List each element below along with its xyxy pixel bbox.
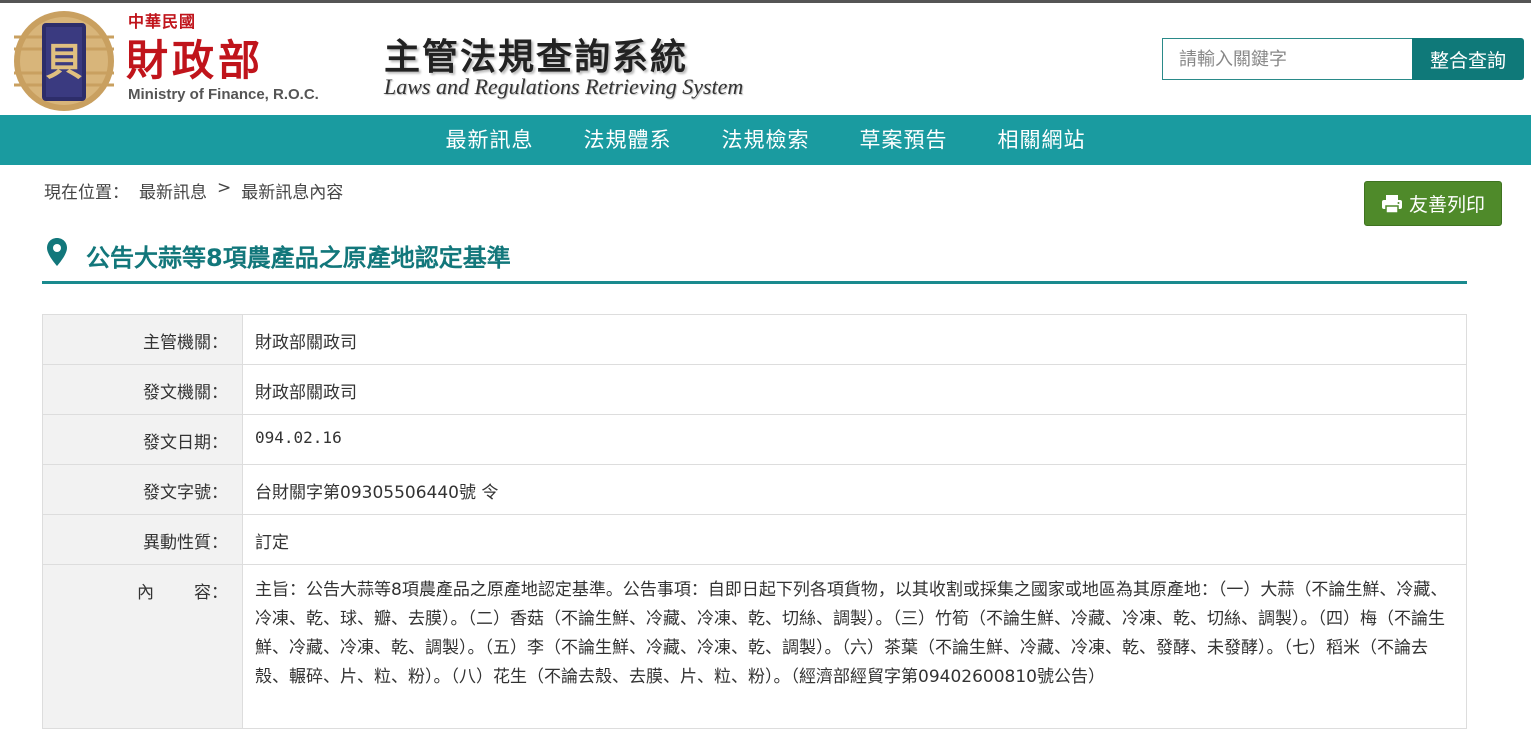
nav-item-draft-notice[interactable]: 草案預告 bbox=[835, 115, 973, 165]
breadcrumb-prefix: 現在位置： bbox=[44, 183, 129, 203]
main-nav: 最新訊息 法規體系 法規檢索 草案預告 相關網站 bbox=[0, 115, 1531, 165]
table-row: 異動性質： 訂定 bbox=[42, 514, 1467, 565]
authority-label: 主管機關： bbox=[42, 314, 243, 365]
svg-text:貝: 貝 bbox=[45, 39, 83, 84]
content-text: 主旨：公告大蒜等8項農產品之原產地認定基準。公告事項：自即日起下列各項貨物，以其… bbox=[255, 580, 1448, 687]
table-row: 主管機關： 財政部關政司 bbox=[42, 314, 1467, 365]
table-row: 內 容： 主旨：公告大蒜等8項農產品之原產地認定基準。公告事項：自即日起下列各項貨… bbox=[42, 564, 1467, 729]
nav-item-regulation-system[interactable]: 法規體系 bbox=[559, 115, 697, 165]
site-header: 貝 中華民國 財政部 Ministry of Finance, R.O.C. 主… bbox=[0, 3, 1531, 115]
content-label: 內 容： bbox=[42, 564, 243, 729]
content-label-part2: 容： bbox=[194, 583, 228, 603]
logo-ministry-text[interactable]: 財政部 bbox=[126, 27, 264, 88]
search-button[interactable]: 整合查詢 bbox=[1412, 38, 1524, 80]
table-row: 發文日期： 094.02.16 bbox=[42, 414, 1467, 465]
date-label: 發文日期： bbox=[42, 414, 243, 465]
system-title: 主管法規查詢系統 bbox=[384, 37, 689, 78]
authority-value: 財政部關政司 bbox=[242, 314, 1467, 365]
breadcrumb-item-current: 最新訊息內容 bbox=[241, 183, 344, 203]
search-input[interactable] bbox=[1162, 38, 1414, 80]
content-value: 主旨：公告大蒜等8項農產品之原產地認定基準。公告事項：自即日起下列各項貨物，以其… bbox=[242, 564, 1467, 729]
breadcrumb-item-news[interactable]: 最新訊息 bbox=[139, 178, 207, 203]
location-pin-icon bbox=[47, 238, 67, 266]
printer-icon bbox=[1381, 194, 1402, 214]
nav-item-news[interactable]: 最新訊息 bbox=[421, 115, 559, 165]
logo-english-text: Ministry of Finance, R.O.C. bbox=[128, 86, 319, 103]
page-title-section: 公告大蒜等8項農產品之原產地認定基準 bbox=[42, 234, 1467, 284]
issuer-label: 發文機關： bbox=[42, 364, 243, 415]
nav-item-regulation-search[interactable]: 法規檢索 bbox=[697, 115, 835, 165]
regulation-info-table: 主管機關： 財政部關政司 發文機關： 財政部關政司 發文日期： 094.02.1… bbox=[42, 314, 1467, 729]
change-type-value: 訂定 bbox=[242, 514, 1467, 565]
print-button[interactable]: 友善列印 bbox=[1364, 181, 1502, 226]
nav-item-related-sites[interactable]: 相關網站 bbox=[973, 115, 1111, 165]
breadcrumb-separator: > bbox=[217, 178, 232, 198]
page-title: 公告大蒜等8項農產品之原產地認定基準 bbox=[86, 244, 511, 272]
print-button-label: 友善列印 bbox=[1408, 194, 1485, 216]
ministry-emblem-icon[interactable]: 貝 bbox=[12, 9, 116, 113]
date-value: 094.02.16 bbox=[242, 414, 1467, 465]
doc-number-label: 發文字號： bbox=[42, 464, 243, 515]
breadcrumb: 現在位置： 最新訊息 > 最新訊息內容 bbox=[44, 178, 343, 203]
content-label-part1: 內 bbox=[137, 583, 154, 603]
table-row: 發文字號： 台財關字第09305506440號 令 bbox=[42, 464, 1467, 515]
table-row: 發文機關： 財政部關政司 bbox=[42, 364, 1467, 415]
system-subtitle: Laws and Regulations Retrieving System bbox=[384, 74, 744, 99]
change-type-label: 異動性質： bbox=[42, 514, 243, 565]
doc-number-value: 台財關字第09305506440號 令 bbox=[242, 464, 1467, 515]
issuer-value: 財政部關政司 bbox=[242, 364, 1467, 415]
